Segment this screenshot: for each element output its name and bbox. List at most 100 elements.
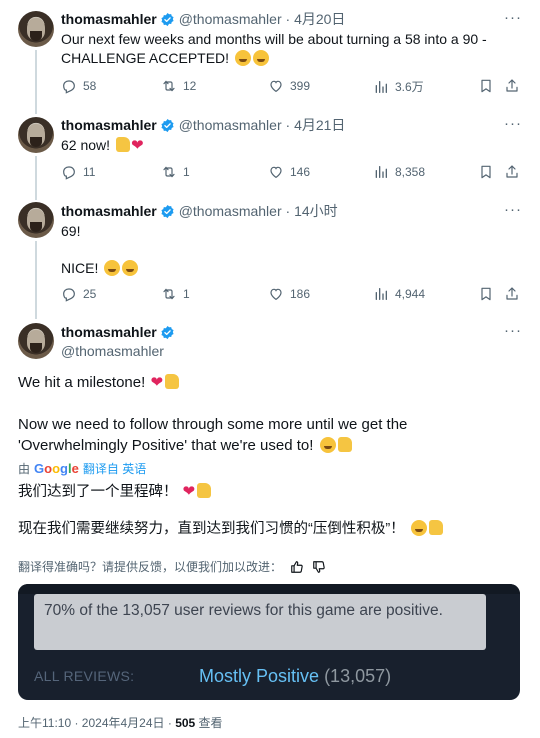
views-icon: [373, 164, 389, 180]
views-icon: [373, 79, 389, 95]
reply-button[interactable]: 25: [61, 286, 96, 302]
tweet-text: 62 now! ❤: [61, 136, 516, 155]
views-button[interactable]: 8,358: [373, 164, 425, 180]
view-count: 505: [175, 716, 196, 730]
translated-from-link[interactable]: 翻译自 英语: [83, 460, 146, 477]
main-tweet-text: We hit a milestone! ❤ Now we need to fol…: [18, 372, 523, 456]
thumbs-up-emoji-icon: [428, 520, 443, 535]
thread-line: [35, 241, 37, 319]
handle[interactable]: @thomasmahler: [179, 10, 282, 28]
timestamp[interactable]: 4月20日: [294, 10, 345, 28]
main-tweet-handle-row: @thomasmahler: [61, 342, 164, 360]
username[interactable]: thomasmahler: [61, 116, 157, 134]
action-bar: 58 12 399 3.6万: [61, 78, 521, 98]
bookmark-button[interactable]: [478, 78, 494, 94]
bookmark-icon: [478, 164, 494, 180]
thumbs-up-emoji-icon: [197, 483, 212, 498]
more-options-icon[interactable]: ···: [504, 201, 522, 218]
thumbs-down-feedback-icon[interactable]: [312, 560, 326, 574]
tweet-text-line: Now we need to follow through some more …: [18, 416, 408, 433]
retweet-button[interactable]: 1: [161, 286, 190, 302]
username[interactable]: thomasmahler: [61, 10, 157, 28]
username[interactable]: thomasmahler: [61, 323, 157, 341]
retweet-count: 12: [183, 79, 197, 93]
views-count: 8,358: [395, 165, 426, 179]
rofl-emoji-icon: [104, 260, 121, 276]
image-top-strip: [18, 584, 520, 594]
retweet-button[interactable]: 1: [161, 164, 190, 180]
reply-icon: [61, 78, 77, 94]
tweet-text-line: Our next few weeks and months will be ab…: [61, 31, 487, 47]
rofl-emoji-icon: [252, 50, 269, 66]
thumbs-up-feedback-icon[interactable]: [290, 560, 304, 574]
timestamp[interactable]: 14小时: [294, 202, 338, 220]
retweet-icon: [161, 164, 177, 180]
rofl-emoji-icon: [319, 437, 336, 453]
verified-badge-icon: [160, 12, 175, 27]
avatar[interactable]: [18, 11, 54, 47]
reply-button[interactable]: 58: [61, 78, 96, 94]
retweet-button[interactable]: 12: [161, 78, 196, 94]
more-options-icon[interactable]: ···: [504, 115, 522, 132]
share-button[interactable]: [504, 286, 520, 302]
like-button[interactable]: 186: [268, 286, 310, 302]
like-button[interactable]: 399: [268, 78, 310, 94]
translation-attribution: 由 Google 翻译自 英语: [18, 460, 146, 477]
like-count: 146: [290, 165, 311, 179]
username[interactable]: thomasmahler: [61, 202, 157, 220]
bookmark-icon: [478, 78, 494, 94]
like-icon: [268, 78, 284, 94]
thumbs-up-emoji-icon: [115, 137, 130, 152]
reply-button[interactable]: 11: [61, 164, 95, 180]
share-icon: [504, 78, 520, 94]
separator: ·: [281, 117, 295, 133]
handle[interactable]: @thomasmahler: [179, 116, 282, 134]
views-button[interactable]: 4,944: [373, 286, 425, 302]
main-tweet-username-row: thomasmahler: [61, 323, 179, 341]
rofl-emoji-icon: [410, 520, 427, 536]
tweet-text: Our next few weeks and months will be ab…: [61, 30, 516, 68]
views-count: 3.6万: [395, 80, 424, 94]
heart-emoji-icon: ❤: [182, 483, 196, 500]
handle[interactable]: @thomasmahler: [61, 342, 164, 360]
share-button[interactable]: [504, 78, 520, 94]
more-options-icon[interactable]: ···: [504, 9, 522, 26]
handle[interactable]: @thomasmahler: [179, 202, 282, 220]
like-icon: [268, 164, 284, 180]
avatar[interactable]: [18, 117, 54, 153]
reply-count: 25: [83, 287, 97, 301]
thumbs-up-emoji-icon: [165, 374, 180, 389]
action-bar: 25 1 186 4,944: [61, 286, 521, 306]
avatar[interactable]: [18, 202, 54, 238]
separator: ·: [281, 203, 295, 219]
all-reviews-label: ALL REVIEWS:: [34, 668, 135, 684]
more-options-icon[interactable]: ···: [504, 322, 522, 339]
tweet-meta: 上午11:10 · 2024年4月24日 · 505 查看: [18, 714, 223, 731]
separator: ·: [281, 11, 295, 27]
action-bar: 11 1 146 8,358: [61, 164, 521, 184]
like-count: 399: [290, 79, 311, 93]
tweet-text-line: We hit a milestone!: [18, 374, 146, 391]
timestamp[interactable]: 4月21日: [294, 116, 345, 134]
translated-text: 我们达到了一个里程碑！ ❤ 现在我们需要继续努力，直到达到我们习惯的“压倒性积极…: [18, 481, 523, 540]
views-count: 4,944: [395, 287, 426, 301]
review-tooltip: 70% of the 13,057 user reviews for this …: [34, 594, 486, 650]
views-button[interactable]: 3.6万: [373, 78, 424, 95]
tweet-header: thomasmahler @thomasmahler · 14小时: [61, 202, 338, 220]
like-button[interactable]: 146: [268, 164, 310, 180]
views-icon: [373, 286, 389, 302]
bookmark-button[interactable]: [478, 286, 494, 302]
laughing-emoji-icon: [234, 50, 251, 66]
retweet-count: 1: [183, 165, 190, 179]
share-button[interactable]: [504, 164, 520, 180]
bookmark-button[interactable]: [478, 164, 494, 180]
post-time[interactable]: 上午11:10 · 2024年4月24日 ·: [18, 716, 175, 730]
thumbs-up-emoji-icon: [337, 437, 352, 452]
attached-image-steam-reviews[interactable]: 70% of the 13,057 user reviews for this …: [18, 584, 520, 700]
review-count: (13,057): [324, 666, 392, 686]
avatar[interactable]: [18, 323, 54, 359]
tweet-text-line: 'Overwhelmingly Positive' that we're use…: [18, 437, 314, 454]
thread-line: [35, 156, 37, 200]
feedback-prompt: 翻译得准确吗？请提供反馈，以便我们加以改进：: [18, 560, 283, 574]
like-icon: [268, 286, 284, 302]
